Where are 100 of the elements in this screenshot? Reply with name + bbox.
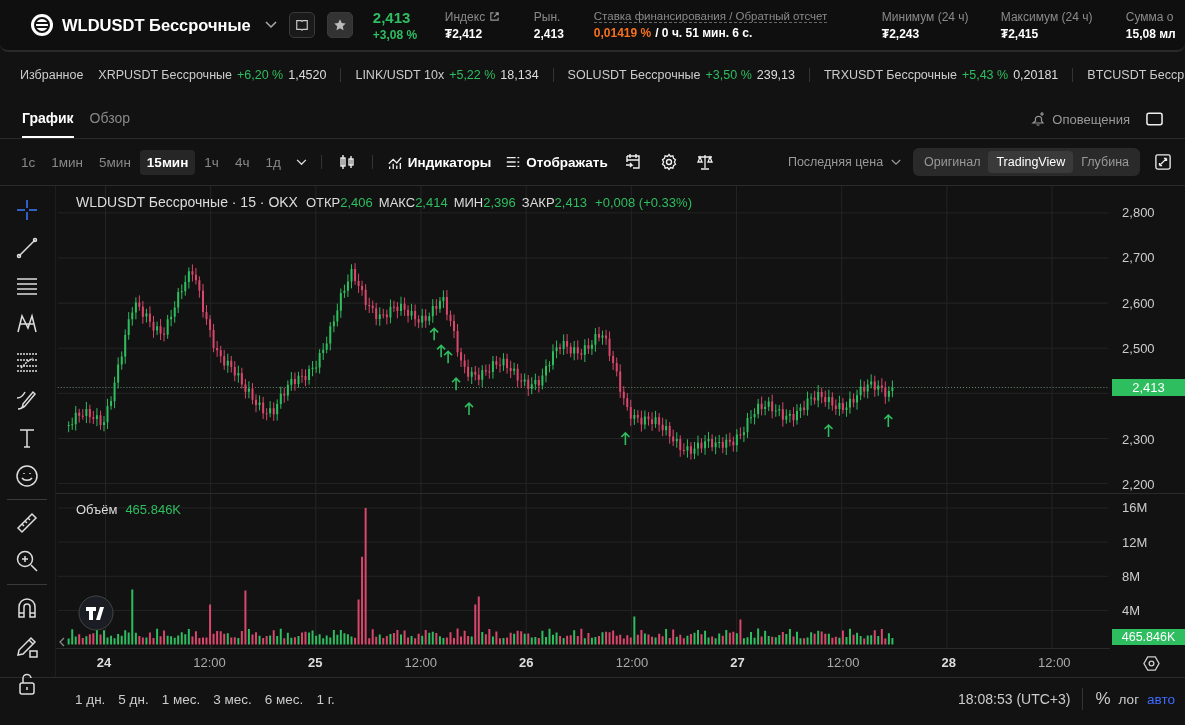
ticker-change: +6,20 % bbox=[237, 68, 284, 82]
alerts-link[interactable]: Оповещения bbox=[1052, 111, 1130, 127]
emoji-tool-icon[interactable] bbox=[15, 464, 40, 488]
up-arrow-icon bbox=[429, 327, 439, 342]
stat-label: Ставка финансирования / Обратный отсчет bbox=[593, 10, 828, 23]
up-arrow-icon bbox=[620, 431, 631, 446]
ohlc-label: ЗАКР bbox=[521, 195, 555, 210]
interval-button[interactable]: 15мин bbox=[139, 149, 196, 175]
interval-button[interactable]: 1мин bbox=[44, 149, 91, 175]
time-axis-label: 12:00 bbox=[403, 655, 438, 671]
stat-value: 15,08 мл bbox=[1125, 26, 1176, 41]
candlestick-icon[interactable] bbox=[337, 153, 356, 171]
price-axis-label: 2,500 bbox=[1122, 340, 1155, 356]
chevron-left-icon[interactable] bbox=[58, 636, 65, 647]
time-axis-label: 12:00 bbox=[192, 655, 227, 671]
time-axis-label: 28 bbox=[940, 655, 957, 671]
time-axis-label: 12:00 bbox=[825, 655, 861, 671]
settings-icon[interactable] bbox=[1143, 654, 1161, 672]
price-type-dropdown[interactable]: Последняя цена bbox=[787, 155, 884, 169]
range-button[interactable]: 6 мес. bbox=[259, 691, 309, 707]
display-button[interactable]: Отображать bbox=[505, 154, 608, 170]
coin-logo-icon bbox=[30, 13, 54, 37]
up-arrow-icon bbox=[464, 402, 474, 416]
ticker-price: 0,20181 bbox=[1013, 68, 1059, 82]
current-volume-tag: 465.846K bbox=[1112, 629, 1185, 646]
range-button[interactable]: 1 дн. bbox=[70, 691, 111, 707]
zoom-tool-icon[interactable] bbox=[15, 549, 40, 573]
up-arrow-icon bbox=[823, 423, 834, 438]
chevron-down-icon[interactable] bbox=[264, 21, 277, 29]
stat-label: Индекс bbox=[444, 9, 486, 24]
up-arrow-icon bbox=[436, 344, 446, 359]
range-button[interactable]: 1 г. bbox=[311, 691, 340, 707]
time-axis-label: 12:00 bbox=[1037, 655, 1072, 671]
volume-value: 465.846K bbox=[125, 501, 182, 517]
ticker-symbol[interactable]: LINK/USDT 10x bbox=[355, 68, 445, 82]
ticker-price: 239,13 bbox=[756, 68, 795, 82]
range-button[interactable]: 5 дн. bbox=[113, 691, 154, 707]
ticker-symbol[interactable]: BTCUSDT Бесср bbox=[1087, 68, 1185, 82]
price-axis-label: 2,200 bbox=[1122, 476, 1155, 492]
window-icon[interactable] bbox=[1146, 112, 1163, 126]
interval-button[interactable]: 1с bbox=[14, 149, 43, 175]
up-arrow-icon bbox=[451, 377, 461, 391]
range-button[interactable]: 3 мес. bbox=[208, 691, 257, 707]
range-button[interactable]: 1 мес. bbox=[156, 691, 206, 707]
ohlc-value: 2,413 bbox=[554, 195, 588, 210]
ticker-change: +3,50 % bbox=[705, 68, 752, 82]
view-option[interactable]: Оригинал bbox=[916, 151, 989, 173]
fib-tool-icon[interactable] bbox=[15, 350, 40, 374]
interval-button[interactable]: 5мин bbox=[92, 149, 138, 175]
ticker-change: +5,22 % bbox=[449, 68, 496, 82]
ticker-symbol[interactable]: XRPUSDT Бессрочные bbox=[98, 68, 232, 82]
bell-plus-icon[interactable] bbox=[1030, 111, 1047, 127]
stat-label: Максимум (24 ч) bbox=[1000, 9, 1093, 24]
view-option[interactable]: TradingView bbox=[988, 151, 1074, 173]
time-axis-label: 27 bbox=[729, 655, 746, 671]
favorite-button[interactable] bbox=[326, 12, 353, 38]
crosshair-tool-icon[interactable] bbox=[15, 198, 40, 222]
time-axis-label: 25 bbox=[306, 655, 324, 671]
up-arrow-icon bbox=[883, 413, 894, 428]
scales-icon[interactable] bbox=[695, 153, 714, 171]
ticker-symbol[interactable]: TRXUSDT Бессрочные bbox=[824, 68, 957, 82]
favorites-label[interactable]: Избранное bbox=[20, 68, 84, 82]
calendar-icon[interactable] bbox=[623, 153, 642, 171]
interval-button[interactable]: 1ч bbox=[197, 149, 226, 175]
time-axis-label: 12:00 bbox=[614, 655, 650, 671]
ohlc-value: 2,396 bbox=[483, 195, 516, 210]
pencil-lock-tool-icon[interactable] bbox=[15, 634, 40, 658]
settings-icon[interactable] bbox=[659, 153, 678, 171]
ohlc-label: ОТКР bbox=[305, 195, 341, 210]
scale-button[interactable]: авто bbox=[1147, 691, 1175, 707]
tradingview-logo-icon[interactable] bbox=[77, 594, 114, 631]
ticker-symbol[interactable]: SOLUSDT Бессрочные bbox=[567, 68, 701, 82]
ruler-tool-icon[interactable] bbox=[15, 511, 40, 535]
up-arrow-icon bbox=[443, 350, 453, 365]
book-button[interactable] bbox=[288, 12, 315, 38]
clock-text: 18:08:53 (UTC+3) bbox=[958, 691, 1071, 707]
price-axis-label: 2,600 bbox=[1122, 295, 1155, 311]
countdown-text: / 0 ч. 51 мин. 6 с. bbox=[655, 26, 753, 40]
ohlc-label: МИН bbox=[453, 195, 484, 210]
ticker-price: 1,4520 bbox=[288, 68, 327, 82]
chart-title: WLDUSDT Бессрочные · 15 · OKX bbox=[75, 194, 298, 210]
stat-label: Рын. bbox=[533, 9, 561, 24]
scale-button[interactable]: % bbox=[1095, 689, 1111, 709]
ohlc-value: 2,406 bbox=[340, 195, 373, 210]
volume-axis-label: 12M bbox=[1122, 534, 1148, 550]
price-axis-label: 2,300 bbox=[1122, 431, 1155, 447]
indicators-button[interactable]: Индикаторы bbox=[386, 154, 492, 170]
interval-button[interactable]: 1д bbox=[258, 149, 288, 175]
tab[interactable]: График bbox=[22, 100, 74, 138]
chevron-down-icon[interactable] bbox=[891, 158, 902, 166]
external-link-icon[interactable] bbox=[489, 11, 501, 22]
tab[interactable]: Обзор bbox=[89, 100, 131, 138]
fullscreen-icon[interactable] bbox=[1155, 154, 1171, 170]
view-option[interactable]: Глубина bbox=[1073, 151, 1137, 173]
scale-button[interactable]: лог bbox=[1118, 691, 1140, 707]
line-tool-icon[interactable] bbox=[15, 236, 40, 260]
stat-value: ₮2,412 bbox=[444, 26, 483, 41]
last-price: 2,413 bbox=[372, 8, 412, 26]
interval-button[interactable]: 4ч bbox=[227, 149, 257, 175]
price-axis-label: 2,800 bbox=[1122, 205, 1155, 220]
